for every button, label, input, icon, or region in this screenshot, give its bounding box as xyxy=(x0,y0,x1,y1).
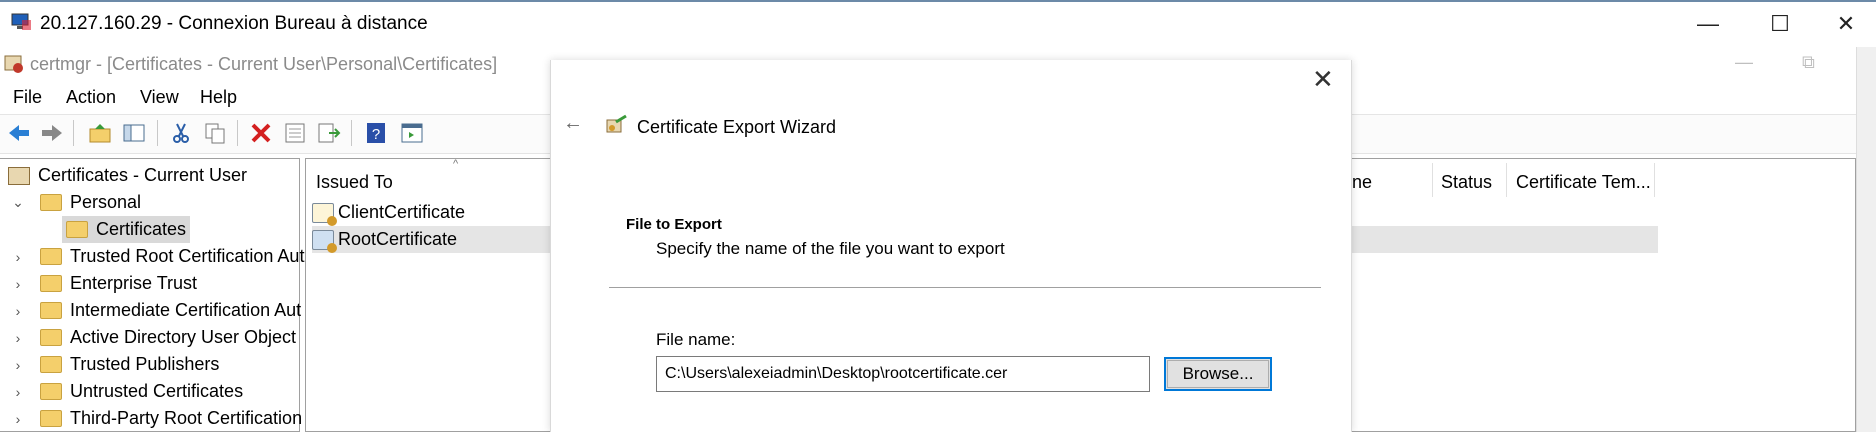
remote-desktop-icon xyxy=(10,12,32,32)
toolbar-separator xyxy=(237,120,238,146)
delete-icon[interactable] xyxy=(247,119,275,147)
folder-icon xyxy=(40,248,62,265)
wizard-back-icon[interactable]: ← xyxy=(563,112,583,135)
chevron-right-icon[interactable]: › xyxy=(10,357,26,373)
certificate-store-icon xyxy=(8,166,30,185)
chevron-right-icon[interactable]: › xyxy=(10,384,26,400)
export-list-icon[interactable] xyxy=(315,119,343,147)
minimize-button[interactable]: — xyxy=(1672,0,1744,47)
folder-icon xyxy=(66,221,88,238)
list-row-client-certificate[interactable]: ClientCertificate xyxy=(312,199,465,226)
tree-item-certificates[interactable]: Certificates xyxy=(62,216,191,243)
show-hide-tree-icon[interactable] xyxy=(120,119,148,147)
cut-icon[interactable] xyxy=(167,119,195,147)
column-divider[interactable] xyxy=(1432,163,1433,197)
tree-item-untrusted[interactable]: › Untrusted Certificates xyxy=(10,378,243,405)
chevron-right-icon[interactable]: › xyxy=(10,249,26,265)
wizard-section-subtitle: Specify the name of the file you want to… xyxy=(656,239,1005,258)
folder-icon xyxy=(40,275,62,292)
toolbar-separator xyxy=(351,120,352,146)
tree-item-third-party-root[interactable]: › Third-Party Root Certification xyxy=(10,405,302,432)
folder-icon xyxy=(40,410,62,427)
vertical-scrollbar[interactable] xyxy=(1856,47,1876,432)
forward-arrow-icon[interactable] xyxy=(38,119,66,147)
column-header-issued-to[interactable]: Issued To xyxy=(316,172,393,193)
close-icon: ✕ xyxy=(1836,10,1856,36)
column-divider[interactable] xyxy=(1654,163,1655,197)
tree-root-label: Certificates - Current User xyxy=(38,165,248,185)
wizard-section-title: File to Export xyxy=(626,216,722,233)
menu-view[interactable]: View xyxy=(140,87,179,108)
chevron-right-icon[interactable]: › xyxy=(10,276,26,292)
help-icon[interactable]: ? xyxy=(362,119,390,147)
tree-item-ad-user-object[interactable]: › Active Directory User Object xyxy=(10,324,296,351)
menu-action[interactable]: Action xyxy=(66,87,116,108)
remote-desktop-title: 20.127.160.29 - Connexion Bureau à dista… xyxy=(40,13,428,34)
maximize-icon: ☐ xyxy=(1770,10,1790,36)
file-name-input[interactable] xyxy=(656,356,1150,392)
tree-item-intermediate[interactable]: › Intermediate Certification Aut xyxy=(10,297,301,324)
tree-item-enterprise-trust[interactable]: › Enterprise Trust xyxy=(10,270,197,297)
tree-item-label: Personal xyxy=(70,192,142,212)
maximize-button[interactable]: ☐ xyxy=(1744,0,1816,47)
svg-text:?: ? xyxy=(372,126,380,143)
issued-to-cell: ClientCertificate xyxy=(338,202,466,222)
folder-icon xyxy=(40,194,62,211)
certificate-icon xyxy=(312,229,337,253)
sort-chevron-up-icon: ^ xyxy=(453,158,459,170)
wizard-title: Certificate Export Wizard xyxy=(637,117,837,137)
wizard-close-icon[interactable]: ✕ xyxy=(1312,64,1334,95)
tree-item-label: Third-Party Root Certification xyxy=(70,408,303,428)
chevron-right-icon[interactable]: › xyxy=(10,411,26,427)
folder-icon xyxy=(40,302,62,319)
wizard-divider xyxy=(609,287,1321,288)
folder-icon xyxy=(40,356,62,373)
browse-button-label: Browse... xyxy=(1167,360,1269,388)
menu-file[interactable]: File xyxy=(13,87,42,108)
column-header-status[interactable]: Status xyxy=(1441,172,1492,193)
tree-item-trusted-root[interactable]: › Trusted Root Certification Aut xyxy=(10,243,305,270)
certmgr-minimize-icon[interactable]: — xyxy=(1735,52,1753,73)
menu-help[interactable]: Help xyxy=(200,87,237,108)
tree-item-label: Active Directory User Object xyxy=(70,327,297,347)
tree-item-label: Enterprise Trust xyxy=(70,273,198,293)
close-button[interactable]: ✕ xyxy=(1816,0,1876,47)
export-wizard-icon xyxy=(606,114,628,134)
column-divider[interactable] xyxy=(1506,163,1507,197)
toolbar-separator xyxy=(157,120,158,146)
tree-item-label: Untrusted Certificates xyxy=(70,381,244,401)
toolbar-separator xyxy=(73,120,74,146)
folder-icon xyxy=(40,329,62,346)
copy-icon[interactable] xyxy=(201,119,229,147)
selected-row-highlight xyxy=(1352,226,1658,253)
folder-icon xyxy=(40,383,62,400)
tree-item-label: Certificates xyxy=(96,219,187,239)
tree-item-trusted-publishers[interactable]: › Trusted Publishers xyxy=(10,351,220,378)
chevron-right-icon[interactable]: › xyxy=(10,303,26,319)
certmgr-title: certmgr - [Certificates - Current User\P… xyxy=(30,54,498,74)
column-header-certificate-template[interactable]: Certificate Tem... xyxy=(1516,172,1651,193)
back-arrow-icon[interactable] xyxy=(5,119,33,147)
tree-item-label: Intermediate Certification Aut xyxy=(70,300,302,320)
browse-button[interactable]: Browse... xyxy=(1164,357,1272,391)
issued-to-cell: RootCertificate xyxy=(338,229,458,249)
up-folder-icon[interactable] xyxy=(86,119,114,147)
action-pane-icon[interactable] xyxy=(398,119,426,147)
column-header-friendly-name[interactable]: ne xyxy=(1352,172,1372,193)
tree-item-label: Trusted Publishers xyxy=(70,354,220,374)
properties-icon[interactable] xyxy=(281,119,309,147)
file-name-label: File name: xyxy=(656,330,736,349)
certificate-icon xyxy=(312,202,337,226)
chevron-down-icon[interactable]: ⌄ xyxy=(10,194,26,211)
minimize-icon: — xyxy=(1697,10,1719,36)
chevron-right-icon[interactable]: › xyxy=(10,330,26,346)
certmgr-restore-icon[interactable]: ⧉ xyxy=(1802,52,1815,73)
tree-item-label: Trusted Root Certification Aut xyxy=(70,246,305,266)
list-row-root-certificate[interactable]: RootCertificate xyxy=(312,226,550,253)
certmgr-icon xyxy=(3,52,25,74)
tree-root[interactable]: Certificates - Current User xyxy=(8,162,247,189)
tree-item-personal[interactable]: ⌄ Personal xyxy=(10,189,141,216)
